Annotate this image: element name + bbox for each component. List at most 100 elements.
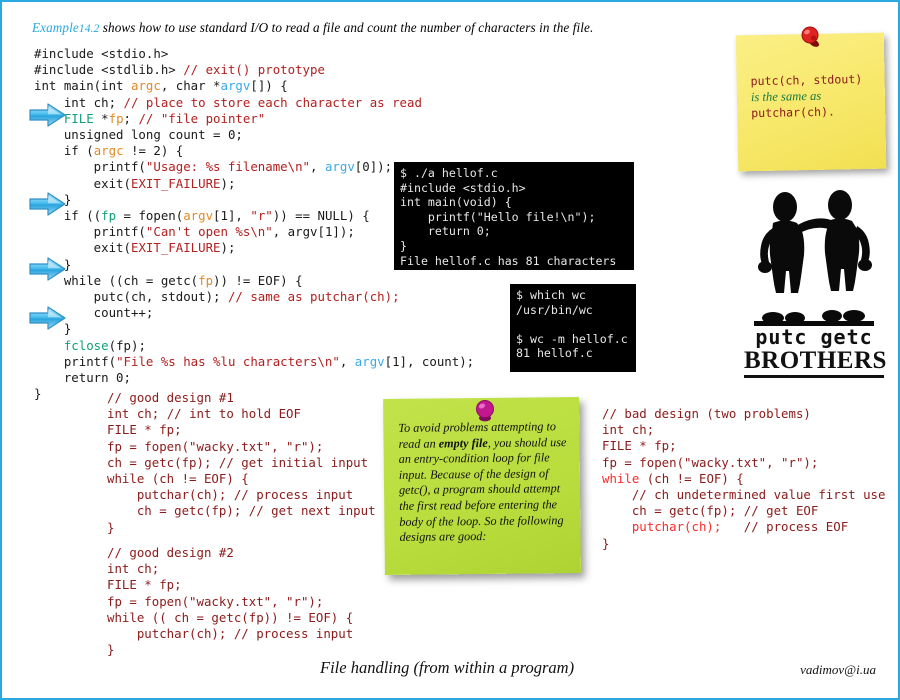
- note-green-bold: empty file: [438, 435, 488, 451]
- logo-underline: [744, 375, 884, 378]
- code-token: exit(: [34, 240, 131, 256]
- code-token: (fp);: [108, 337, 146, 353]
- note-yellow-line3: putchar(ch).: [751, 104, 836, 121]
- code-token: FILE * fp;: [107, 422, 182, 438]
- code-line: // good design #1: [107, 390, 376, 406]
- code-line: while (ch != EOF) {: [107, 471, 376, 487]
- code-token: int ch;: [602, 422, 655, 438]
- code-token: fp: [198, 272, 214, 288]
- footer-title: File handling (from within a program): [320, 658, 575, 677]
- slide-root: Example14.2 shows how to use standard I/…: [0, 0, 900, 700]
- code-line: FILE * fp;: [107, 577, 353, 593]
- code-token: EXIT_FAILURE: [130, 240, 221, 256]
- code-token: }: [34, 386, 42, 402]
- code-line: FILE * fp;: [107, 422, 376, 438]
- arrow-fclose: [28, 305, 68, 331]
- code-line: int ch; // place to store each character…: [34, 95, 474, 111]
- code-token: ch = getc(fp); // get EOF: [602, 503, 819, 519]
- code-token: )) != EOF) {: [213, 272, 303, 288]
- sticky-note-green-text: To avoid problems attempting to read an …: [398, 419, 571, 546]
- code-line: printf("File %s has %lu characters\n", a…: [34, 354, 474, 370]
- code-token: printf(: [34, 224, 146, 240]
- code-token: // good design #2: [107, 545, 234, 560]
- code-token: putchar(ch);: [602, 519, 722, 535]
- code-token: fclose: [63, 337, 109, 353]
- code-token: exit(: [34, 175, 131, 191]
- code-token: , argv[1]);: [272, 224, 355, 240]
- code-token: = fopen(: [116, 208, 184, 224]
- code-line: fp = fopen("wacky.txt", "r");: [107, 594, 353, 610]
- logo-wordmark-bottom: BROTHERS: [744, 347, 887, 374]
- arrow-file-pointer: [28, 102, 68, 128]
- code-line: ch = getc(fp); // get EOF: [602, 503, 885, 519]
- code-token: ,: [339, 353, 355, 369]
- code-line: #include <stdlib.h> // exit() prototype: [34, 62, 474, 78]
- code-line: fp = fopen("wacky.txt", "r");: [602, 455, 885, 471]
- code-token: while: [602, 470, 640, 486]
- code-line: // good design #2: [107, 545, 353, 561]
- example-number: 14.2: [78, 23, 100, 35]
- arrow-fopen-check: [28, 191, 68, 217]
- code-token: #include <stdlib.h>: [34, 62, 184, 78]
- code-token: }: [107, 642, 115, 658]
- code-line: }: [107, 520, 376, 536]
- pushpin-magenta-icon: [472, 398, 498, 424]
- code-token: // same as putchar(ch);: [227, 289, 400, 305]
- code-line: putc(ch, stdout); // same as putchar(ch)…: [34, 289, 474, 305]
- code-line: count++;: [34, 305, 474, 321]
- code-token: ch = getc(fp); // get next input: [107, 503, 376, 519]
- code-token: int ch;: [107, 561, 160, 577]
- code-token: fp = fopen("wacky.txt", "r");: [107, 593, 324, 609]
- code-token: argv: [354, 353, 385, 369]
- code-token: putchar(ch); // process input: [107, 626, 354, 642]
- code-token: (ch != EOF) {: [639, 470, 744, 486]
- code-line: ch = getc(fp); // get initial input: [107, 455, 376, 471]
- code-token: FILE * fp;: [602, 438, 677, 454]
- code-line: if (argc != 2) {: [34, 143, 474, 159]
- code-token: EXIT_FAILURE: [130, 175, 221, 191]
- footer: File handling (from within a program) va…: [2, 658, 900, 684]
- code-line: FILE *fp; // "file pointer": [34, 111, 474, 127]
- code-token: argv: [183, 208, 214, 224]
- code-line: while ((ch = getc(fp)) != EOF) {: [34, 273, 474, 289]
- example-label: Example: [32, 20, 79, 35]
- note-yellow-line1: putc(ch, stdout): [750, 72, 863, 89]
- terminal-output-run: $ ./a hellof.c #include <stdio.h> int ma…: [394, 162, 634, 270]
- code-line: putchar(ch); // process input: [107, 487, 376, 503]
- code-token: "r": [250, 208, 273, 224]
- code-line: fclose(fp);: [34, 338, 474, 354]
- code-line: // ch undetermined value first use: [602, 487, 886, 503]
- code-token: #include <stdio.h>: [34, 46, 169, 61]
- code-token: int ch;: [107, 406, 167, 422]
- code-token: argc: [130, 78, 161, 94]
- arrow-while-getc: [28, 256, 68, 282]
- code-line: while (ch != EOF) {: [602, 471, 885, 487]
- code-token: unsigned long count = 0;: [34, 127, 243, 143]
- sticky-note-yellow: putc(ch, stdout) is the same as putchar(…: [735, 32, 887, 172]
- code-token: "File %s has %lu characters\n": [116, 353, 340, 369]
- code-token: [0]);: [354, 159, 393, 175]
- code-line: putchar(ch); // process input: [107, 626, 353, 642]
- code-token: // bad design (two problems): [602, 406, 811, 421]
- terminal-output-wc: $ which wc /usr/bin/wc $ wc -m hellof.c …: [510, 284, 636, 372]
- bad-design-code: // bad design (two problems) int ch; FILE …: [602, 406, 885, 552]
- headline-rest: shows how to use standard I/O to read a …: [99, 20, 594, 35]
- code-token: "Usage: %s filename\n": [145, 159, 311, 175]
- sticky-note-yellow-text: putc(ch, stdout) is the same as putchar(…: [750, 71, 879, 121]
- code-token: []) {: [250, 78, 288, 94]
- code-line: #include <stdio.h>: [34, 46, 474, 62]
- code-token: fp: [101, 208, 117, 224]
- code-line: return 0;: [34, 370, 474, 386]
- code-token: FILE * fp;: [107, 577, 182, 593]
- code-token: argv: [220, 78, 251, 94]
- code-token: putc(ch, stdout);: [34, 289, 228, 305]
- code-token: int main(int: [34, 78, 131, 94]
- code-token: while (( ch = getc(fp)) != EOF) {: [107, 609, 354, 625]
- code-line: putchar(ch); // process EOF: [602, 519, 885, 535]
- code-token: );: [220, 175, 236, 191]
- code-token: argc: [93, 143, 124, 159]
- code-token: }: [107, 519, 115, 535]
- code-line: // bad design (two problems): [602, 406, 885, 422]
- code-token: [1], count);: [384, 353, 475, 369]
